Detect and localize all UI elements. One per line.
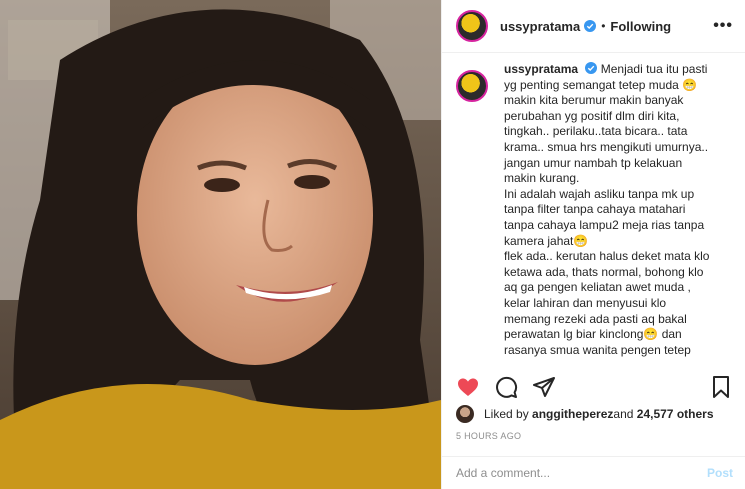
caption-line: Ini adalah wajah asliku tanpa mk up — [504, 186, 695, 201]
caption-area: ussypratama Menjadi tua itu pasti yg pen… — [456, 62, 737, 360]
share-icon[interactable] — [532, 375, 556, 399]
caption-line: kamera jahat😁 — [504, 233, 589, 248]
caption-line: rasanya smua wanita pengen tetep — [504, 342, 691, 357]
liker-username[interactable]: anggitheperez — [532, 407, 613, 421]
caption-line: kelar lahiran dan menyusui klo — [504, 295, 667, 310]
post-panel: ussypratama • Following ••• ussypratama … — [441, 0, 745, 489]
post-timestamp[interactable]: 5 HOURS AGO — [456, 431, 521, 441]
caption-line: yg penting semangat tetep muda 😁 — [504, 77, 698, 92]
post-header: ussypratama • Following ••• — [442, 0, 745, 53]
caption-text: ussypratama Menjadi tua itu pasti yg pen… — [504, 62, 709, 360]
caption-line: perubahan yg positif dlm diri kita, — [504, 108, 680, 123]
selfie-image — [0, 0, 441, 489]
author-avatar[interactable] — [456, 10, 488, 42]
caption-line: krama.. smua hrs mengikuti umurnya.. — [504, 139, 709, 154]
likes-middle: and — [613, 407, 634, 421]
caption-line: aq ga pengen keliatan awet muda , — [504, 280, 691, 295]
caption-line: tingkah.. perilaku..tata bicara.. tata — [504, 124, 688, 139]
following-button[interactable]: Following — [610, 19, 671, 34]
caption-line: memang rezeki ada pasti aq bakal — [504, 311, 687, 326]
save-bookmark-icon[interactable] — [709, 375, 733, 399]
verified-badge-icon — [584, 20, 597, 32]
comment-bar: Add a comment... Post — [442, 456, 745, 489]
comment-input[interactable]: Add a comment... — [456, 466, 550, 480]
caption-line: perawatan lg biar kinclong😁 dan — [504, 327, 682, 342]
more-options-icon[interactable]: ••• — [713, 17, 733, 35]
caption-line: flek ada.. kerutan halus deket mata klo — [504, 249, 710, 264]
comment-icon[interactable] — [494, 375, 518, 399]
likes-prefix: Liked by — [484, 407, 529, 421]
caption-line: tanpa cahaya lampu2 meja rias tanpa — [504, 217, 705, 232]
separator-dot: • — [601, 19, 606, 33]
caption-line: makin kita berumur makin banyak — [504, 93, 684, 108]
caption-line: tanpa filter tanpa cahaya matahari — [504, 202, 686, 217]
caption-username[interactable]: ussypratama — [504, 62, 578, 76]
post-photo[interactable] — [0, 0, 441, 489]
post-actions — [456, 372, 733, 402]
likes-count[interactable]: 24,577 others — [637, 407, 714, 421]
author-username[interactable]: ussypratama — [500, 19, 580, 34]
caption-line: Menjadi tua itu pasti — [600, 62, 708, 76]
caption-author-avatar[interactable] — [456, 70, 488, 102]
likes-summary: Liked by anggitheperez and 24,577 others — [456, 405, 714, 423]
caption-line: ketawa ada, thats normal, bohong klo — [504, 264, 704, 279]
post-comment-button[interactable]: Post — [707, 466, 733, 480]
caption-verified-badge-icon — [585, 62, 598, 74]
caption-line: jangan umur nambah tp kelakuan — [504, 155, 683, 170]
liker-avatar[interactable] — [456, 405, 474, 423]
caption-line: makin kurang. — [504, 171, 580, 186]
heart-icon[interactable] — [456, 375, 480, 399]
